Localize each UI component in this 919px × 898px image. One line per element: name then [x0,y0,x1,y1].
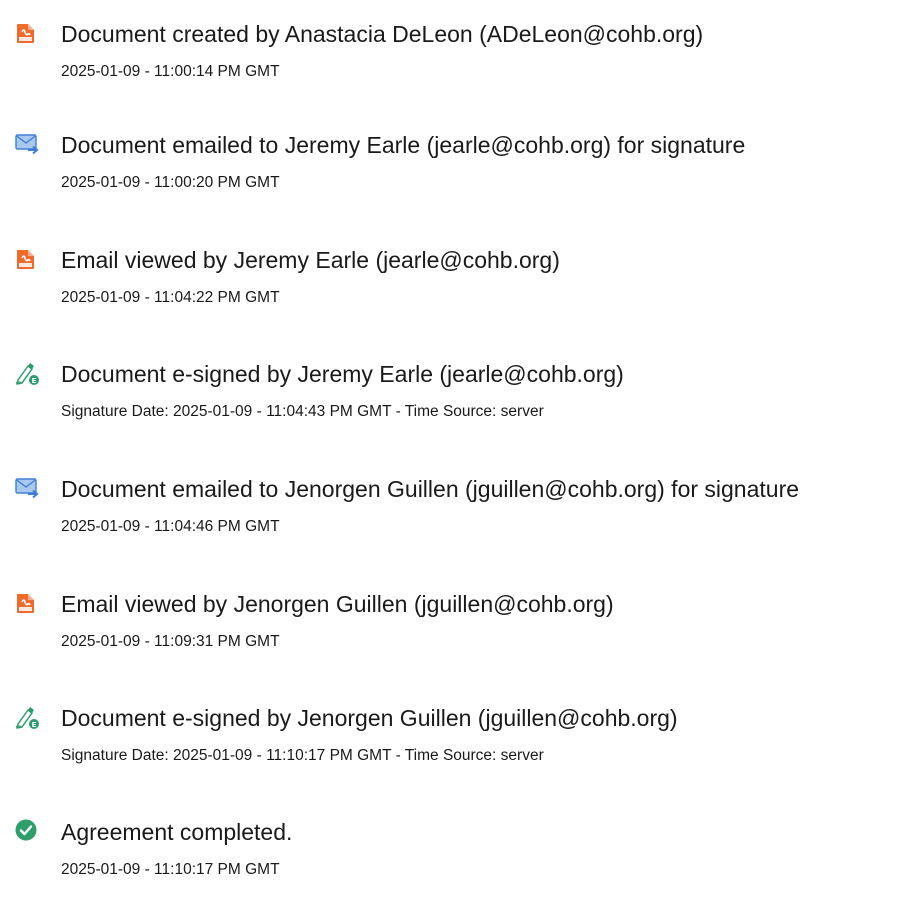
event-title: Document emailed to Jenorgen Guillen (jg… [61,476,800,502]
document-viewed-icon [14,590,40,616]
event-title: Document created by Anastacia DeLeon (AD… [61,21,704,47]
esign-pen-icon: E [14,704,40,730]
event-title: Document e-signed by Jenorgen Guillen (j… [61,705,678,731]
event-timestamp: Signature Date: 2025-01-09 - 11:04:43 PM… [61,403,544,420]
event-email-viewed: Email viewed by Jenorgen Guillen (jguill… [0,590,919,670]
event-timestamp: 2025-01-09 - 11:10:17 PM GMT [61,861,280,878]
event-title: Email viewed by Jenorgen Guillen (jguill… [61,591,614,617]
document-created-icon [14,20,40,46]
esign-pen-icon: E [14,360,40,386]
event-title: Agreement completed. [61,819,293,845]
event-title: Document e-signed by Jeremy Earle (jearl… [61,361,624,387]
checkmark-circle-icon [14,818,40,844]
event-timestamp: 2025-01-09 - 11:00:20 PM GMT [61,174,280,191]
email-sent-icon [14,131,40,157]
event-document-emailed: Document emailed to Jeremy Earle (jearle… [0,131,919,211]
svg-text:E: E [32,721,37,729]
event-timestamp: 2025-01-09 - 11:09:31 PM GMT [61,633,280,650]
event-timestamp: 2025-01-09 - 11:00:14 PM GMT [61,63,280,80]
svg-text:E: E [32,377,37,385]
event-email-viewed: Email viewed by Jeremy Earle (jearle@coh… [0,246,919,326]
event-timestamp: 2025-01-09 - 11:04:46 PM GMT [61,518,280,535]
event-timestamp: 2025-01-09 - 11:04:22 PM GMT [61,289,280,306]
event-document-emailed: Document emailed to Jenorgen Guillen (jg… [0,475,919,555]
email-sent-icon [14,475,40,501]
event-title: Email viewed by Jeremy Earle (jearle@coh… [61,247,560,273]
document-viewed-icon [14,246,40,272]
event-agreement-completed: Agreement completed. 2025-01-09 - 11:10:… [0,818,919,898]
event-document-created: Document created by Anastacia DeLeon (AD… [0,20,919,100]
event-title: Document emailed to Jeremy Earle (jearle… [61,132,746,158]
event-document-esigned: E Document e-signed by Jenorgen Guillen … [0,704,919,784]
event-document-esigned: E Document e-signed by Jeremy Earle (jea… [0,360,919,440]
event-timestamp: Signature Date: 2025-01-09 - 11:10:17 PM… [61,747,544,764]
